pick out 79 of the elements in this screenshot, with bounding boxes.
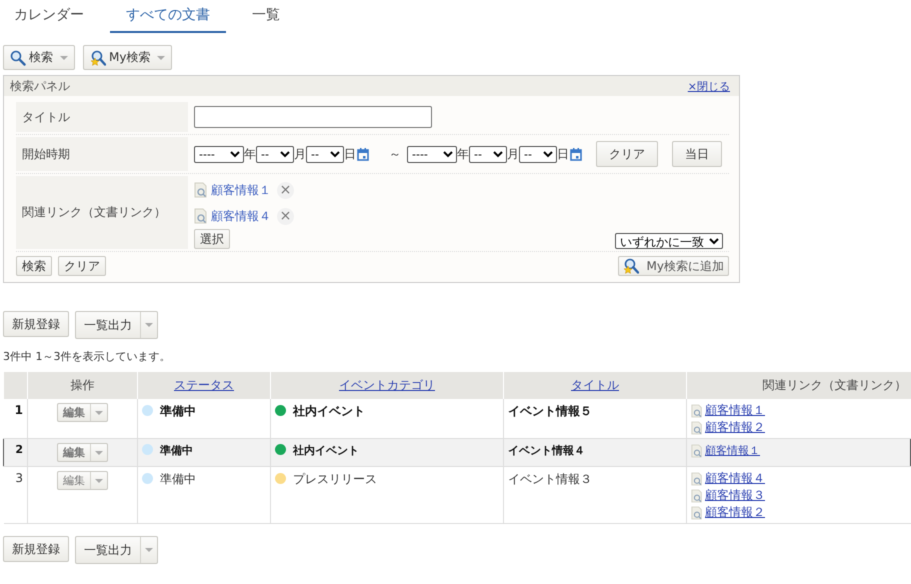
new-button[interactable]: 新規登録 (3, 536, 69, 562)
month-select[interactable]: -- (256, 146, 294, 162)
tab[interactable]: カレンダー (0, 0, 98, 31)
year-select[interactable]: ---- (407, 146, 457, 162)
search-icon (10, 50, 26, 66)
unit-label: 年 (244, 146, 256, 162)
star-search-icon (622, 258, 639, 274)
star-search-icon (90, 50, 106, 66)
related-link-chip[interactable]: 顧客情報１ (211, 182, 271, 198)
export-button[interactable]: 一覧出力 (75, 536, 158, 564)
year-select[interactable]: ---- (194, 146, 244, 162)
column-header: 関連リンク（文書リンク） (762, 378, 906, 392)
title-text: イベント情報３ (508, 472, 592, 486)
related-link[interactable]: 顧客情報１ (705, 443, 760, 458)
search-button[interactable]: 検索 (16, 256, 52, 276)
result-count: 3件中 1～3件を表示しています。 (3, 349, 172, 364)
document-search-icon (691, 472, 703, 486)
column-header: 操作 (70, 378, 94, 392)
unit-label: 日 (344, 146, 356, 162)
related-link[interactable]: 顧客情報３ (705, 487, 765, 504)
select-button[interactable]: 選択 (194, 229, 230, 249)
remove-button[interactable]: × (277, 208, 294, 224)
related-link[interactable]: 顧客情報１ (705, 402, 765, 419)
field-label: タイトル (16, 102, 188, 132)
related-link[interactable]: 顧客情報２ (705, 504, 765, 521)
unit-label: 月 (294, 146, 306, 162)
field-label: 関連リンク（文書リンク） (16, 176, 188, 249)
add-my-search-button[interactable]: My検索に追加 (618, 256, 729, 276)
title-input[interactable] (194, 106, 432, 128)
unit-label: 年 (457, 146, 469, 162)
category-text: 社内イベント (293, 444, 359, 457)
status-text: 準備中 (160, 444, 193, 457)
clear-button[interactable]: クリア (596, 141, 658, 167)
panel-title: 検索パネル (10, 78, 70, 94)
edit-button[interactable]: 編集 (57, 443, 108, 462)
export-button[interactable]: 一覧出力 (75, 311, 158, 339)
row-number: 3 (15, 471, 23, 485)
category-text: プレスリリース (293, 472, 377, 486)
tilde: ～ (389, 146, 401, 162)
title-text: イベント情報４ (508, 444, 585, 457)
today-button[interactable]: 当日 (672, 141, 722, 167)
column-header[interactable]: タイトル (571, 378, 619, 392)
title-text: イベント情報５ (508, 404, 592, 418)
related-link[interactable]: 顧客情報２ (705, 419, 765, 436)
document-search-icon (194, 208, 208, 224)
calendar-icon[interactable] (357, 148, 369, 160)
table-row[interactable]: 2 編集 準備中 社内イベント イベント情報４ 顧客情報１ (4, 438, 910, 466)
unit-label: 月 (507, 146, 519, 162)
new-button[interactable]: 新規登録 (3, 311, 69, 337)
edit-button[interactable]: 編集 (57, 471, 108, 490)
table-row[interactable]: 3 編集 準備中 プレスリリース イベント情報３ 顧客情報４ 顧客情報３ 顧客情報２ (4, 466, 910, 524)
document-search-icon (691, 488, 703, 502)
match-mode-select[interactable]: いずれかに一致 (615, 233, 723, 249)
document-search-icon (691, 420, 703, 434)
row-number: 1 (14, 403, 23, 417)
edit-button[interactable]: 編集 (57, 403, 108, 422)
document-search-icon (691, 444, 703, 458)
tab[interactable]: 一覧 (238, 0, 294, 31)
calendar-icon[interactable] (570, 148, 582, 160)
clear-button[interactable]: クリア (58, 256, 106, 276)
status-text: 準備中 (160, 404, 196, 418)
close-link[interactable]: ×閉じる (688, 78, 730, 94)
month-select[interactable]: -- (469, 146, 507, 162)
day-select[interactable]: -- (306, 146, 344, 162)
related-link-chip[interactable]: 顧客情報４ (211, 208, 271, 224)
search-button[interactable]: 検索 (3, 45, 75, 70)
day-select[interactable]: -- (519, 146, 557, 162)
document-search-icon (691, 404, 703, 418)
category-text: 社内イベント (293, 404, 365, 418)
field-label: 開始時期 (16, 137, 188, 171)
tab[interactable]: すべての文書 (110, 0, 226, 33)
row-number: 2 (15, 443, 23, 456)
my-search-button[interactable]: My検索 (83, 45, 172, 70)
unit-label: 日 (557, 146, 569, 162)
related-link[interactable]: 顧客情報４ (705, 470, 765, 487)
status-text: 準備中 (160, 472, 196, 486)
document-search-icon (194, 182, 208, 198)
document-search-icon (691, 506, 703, 520)
remove-button[interactable]: × (277, 182, 294, 198)
